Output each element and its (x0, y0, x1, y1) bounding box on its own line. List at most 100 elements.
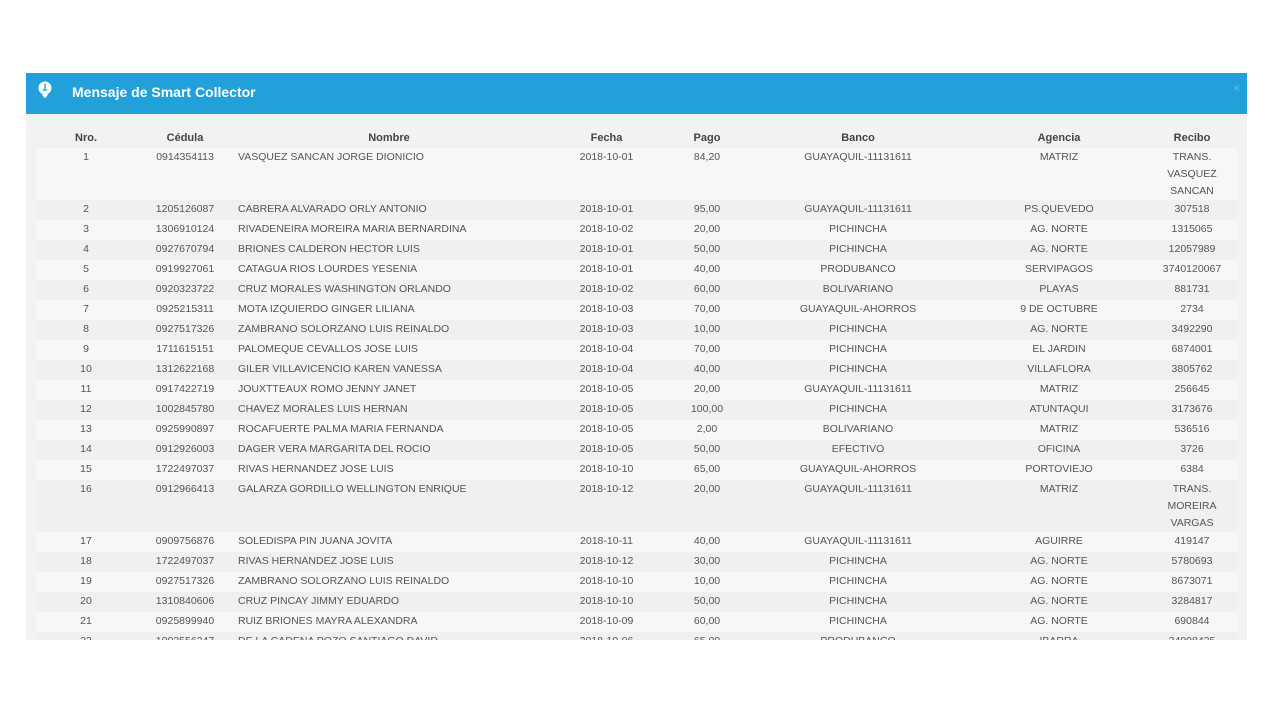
payments-table-container: Nro. Cédula Nombre Fecha Pago Banco Agen… (36, 128, 1237, 640)
table-row: 9 1711615151 PALOMEQUE CEVALLOS JOSE LUIS 2… (36, 340, 1237, 360)
table-body: 1 0914354113 VASQUEZ SANCAN JORGE DIONICIO… (36, 148, 1237, 640)
table-row: 2 1205126087 CABRERA ALVARADO ORLY ANTONIO… (36, 200, 1237, 220)
cell-fecha: 2018-10-12 (544, 552, 669, 572)
cell-agencia: IBARRA (971, 632, 1147, 640)
cell-recibo: 3740120067 (1147, 260, 1237, 280)
cell-banco: PRODUBANCO (745, 260, 971, 280)
cell-pago: 65,00 (669, 460, 745, 480)
cell-nro: 3 (36, 220, 136, 240)
cell-fecha: 2018-10-05 (544, 400, 669, 420)
cell-nombre: RIVAS HERNANDEZ JOSE LUIS (234, 460, 544, 480)
cell-fecha: 2018-10-12 (544, 480, 669, 532)
cell-agencia: MATRIZ (971, 420, 1147, 440)
cell-nombre: DE LA CADENA POZO SANTIAGO DAVID (234, 632, 544, 640)
cell-cedula: 0914354113 (136, 148, 234, 200)
cell-agencia: AG. NORTE (971, 592, 1147, 612)
cell-banco: GUAYAQUIL-11131611 (745, 148, 971, 200)
cell-nombre: CHAVEZ MORALES LUIS HERNAN (234, 400, 544, 420)
cell-cedula: 0917422719 (136, 380, 234, 400)
lightbulb-icon (37, 81, 53, 98)
cell-pago: 40,00 (669, 360, 745, 380)
cell-cedula: 1722497037 (136, 460, 234, 480)
table-row: 5 0919927061 CATAGUA RIOS LOURDES YESENIA 2… (36, 260, 1237, 280)
cell-banco: EFECTIVO (745, 440, 971, 460)
table-row: 16 0912966413 GALARZA GORDILLO WELLINGTON … (36, 480, 1237, 532)
cell-recibo: TRANS. MOREIRA VARGAS (1147, 480, 1237, 532)
cell-recibo: TRANS. VASQUEZ SANCAN (1147, 148, 1237, 200)
cell-cedula: 0920323722 (136, 280, 234, 300)
cell-nombre: GILER VILLAVICENCIO KAREN VANESSA (234, 360, 544, 380)
cell-nro: 8 (36, 320, 136, 340)
cell-banco: GUAYAQUIL-11131611 (745, 480, 971, 532)
cell-fecha: 2018-10-06 (544, 632, 669, 640)
cell-recibo: 1315065 (1147, 220, 1237, 240)
cell-cedula: 1312622168 (136, 360, 234, 380)
cell-nombre: RIVADENEIRA MOREIRA MARIA BERNARDINA (234, 220, 544, 240)
cell-pago: 65,00 (669, 632, 745, 640)
cell-recibo: 881731 (1147, 280, 1237, 300)
header-banco: Banco (745, 128, 971, 148)
cell-recibo: 3805762 (1147, 360, 1237, 380)
table-row: 14 0912926003 DAGER VERA MARGARITA DEL ROC… (36, 440, 1237, 460)
cell-agencia: PS.QUEVEDO (971, 200, 1147, 220)
cell-nombre: DAGER VERA MARGARITA DEL ROCIO (234, 440, 544, 460)
close-icon[interactable]: × (1233, 81, 1240, 95)
cell-fecha: 2018-10-09 (544, 612, 669, 632)
cell-banco: GUAYAQUIL-11131611 (745, 200, 971, 220)
table-row: 221002556247DE LA CADENA POZO SANTIAGO D… (36, 632, 1237, 640)
cell-agencia: AG. NORTE (971, 240, 1147, 260)
cell-nro: 17 (36, 532, 136, 552)
cell-pago: 30,00 (669, 552, 745, 572)
cell-recibo: 8673071 (1147, 572, 1237, 592)
table-row: 19 0927517326 ZAMBRANO SOLORZANO LUIS REIN… (36, 572, 1237, 592)
table-row: 12 1002845780 CHAVEZ MORALES LUIS HERNAN 20… (36, 400, 1237, 420)
cell-pago: 10,00 (669, 572, 745, 592)
cell-fecha: 2018-10-05 (544, 420, 669, 440)
table-row: 1 0914354113 VASQUEZ SANCAN JORGE DIONICIO… (36, 148, 1237, 200)
cell-fecha: 2018-10-10 (544, 572, 669, 592)
cell-pago: 20,00 (669, 480, 745, 532)
cell-recibo: 34998425 (1147, 632, 1237, 640)
cell-nombre: GALARZA GORDILLO WELLINGTON ENRIQUE (234, 480, 544, 532)
cell-cedula: 1306910124 (136, 220, 234, 240)
cell-fecha: 2018-10-03 (544, 300, 669, 320)
header-fecha: Fecha (544, 128, 669, 148)
cell-nro: 19 (36, 572, 136, 592)
dialog-header: Mensaje de Smart Collector × (26, 73, 1247, 114)
cell-nombre: ZAMBRANO SOLORZANO LUIS REINALDO (234, 572, 544, 592)
cell-nombre: RUIZ BRIONES MAYRA ALEXANDRA (234, 612, 544, 632)
table-row: 11 0917422719 JOUXTTEAUX ROMO JENNY JANET 2… (36, 380, 1237, 400)
cell-agencia: ATUNTAQUI (971, 400, 1147, 420)
cell-fecha: 2018-10-10 (544, 460, 669, 480)
cell-nro: 7 (36, 300, 136, 320)
cell-nro: 10 (36, 360, 136, 380)
cell-cedula: 1002556247 (136, 632, 234, 640)
cell-nro: 4 (36, 240, 136, 260)
cell-recibo: 6384 (1147, 460, 1237, 480)
cell-banco: PRODUBANCO (745, 632, 971, 640)
cell-banco: PICHINCHA (745, 552, 971, 572)
cell-cedula: 0919927061 (136, 260, 234, 280)
table-row: 13 0925990897 ROCAFUERTE PALMA MARIA FERNA… (36, 420, 1237, 440)
cell-agencia: AGUIRRE (971, 532, 1147, 552)
cell-fecha: 2018-10-01 (544, 240, 669, 260)
cell-pago: 84,20 (669, 148, 745, 200)
cell-nro: 9 (36, 340, 136, 360)
cell-fecha: 2018-10-03 (544, 320, 669, 340)
cell-banco: PICHINCHA (745, 240, 971, 260)
cell-fecha: 2018-10-04 (544, 340, 669, 360)
header-nombre: Nombre (234, 128, 544, 148)
cell-nro: 12 (36, 400, 136, 420)
cell-pago: 40,00 (669, 532, 745, 552)
header-pago: Pago (669, 128, 745, 148)
cell-agencia: AG. NORTE (971, 612, 1147, 632)
cell-fecha: 2018-10-02 (544, 280, 669, 300)
cell-nombre: RIVAS HERNANDEZ JOSE LUIS (234, 552, 544, 572)
table-row: 4 0927670794 BRIONES CALDERON HECTOR LUIS 2… (36, 240, 1237, 260)
cell-agencia: VILLAFLORA (971, 360, 1147, 380)
cell-banco: PICHINCHA (745, 320, 971, 340)
table-row: 21 0925899940 RUIZ BRIONES MAYRA ALEXANDRA… (36, 612, 1237, 632)
cell-banco: PICHINCHA (745, 340, 971, 360)
cell-banco: BOLIVARIANO (745, 280, 971, 300)
table-row: 8 0927517326 ZAMBRANO SOLORZANO LUIS REINA… (36, 320, 1237, 340)
